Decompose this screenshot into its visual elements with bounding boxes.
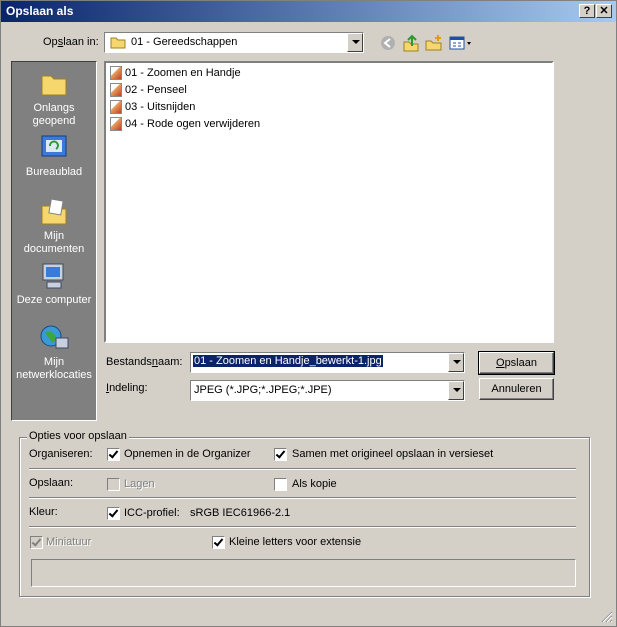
close-button[interactable]: ✕	[596, 4, 612, 18]
chevron-down-icon[interactable]	[448, 353, 464, 372]
place-computer[interactable]: Deze computer	[12, 260, 96, 307]
view-menu-icon[interactable]	[449, 34, 473, 52]
desktop-icon	[41, 135, 67, 157]
filename-label: Bestandsnaam:	[106, 356, 183, 368]
back-icon[interactable]	[379, 34, 397, 52]
list-item[interactable]: 01 - Zoomen en Handje	[110, 65, 241, 81]
filename-field[interactable]: 01 - Zoomen en Handje_bewerkt-1.jpg	[190, 352, 465, 373]
recent-folder-icon	[41, 75, 67, 96]
save-options-legend: Opties voor opslaan	[27, 430, 129, 442]
format-select[interactable]: JPEG (*.JPG;*.JPEG;*.JPE)	[190, 380, 465, 401]
chevron-down-icon[interactable]	[448, 381, 464, 400]
save-in-value: 01 - Gereedschappen	[131, 36, 238, 48]
as-copy-checkbox[interactable]	[274, 478, 287, 491]
color-label: Kleur:	[29, 506, 58, 518]
place-recent[interactable]: Onlangs geopend	[12, 68, 96, 128]
image-file-icon	[110, 100, 122, 115]
help-icon: ?	[583, 5, 591, 17]
network-globe-icon	[40, 325, 69, 349]
icc-profile-label: ICC-profiel:	[124, 507, 180, 519]
list-item[interactable]: 04 - Rode ogen verwijderen	[110, 116, 260, 132]
filename-value: 01 - Zoomen en Handje_bewerkt-1.jpg	[193, 355, 383, 367]
save-in-combo[interactable]: 01 - Gereedschappen	[104, 32, 364, 53]
chevron-down-icon[interactable]	[347, 33, 363, 52]
include-organizer-label: Opnemen in de Organizer	[124, 448, 251, 460]
status-message-box	[31, 559, 576, 587]
save-as-dialog: Opslaan als ? ✕ Opslaan in: 01 - Gereeds…	[0, 0, 617, 627]
version-set-checkbox[interactable]	[274, 448, 287, 461]
version-set-label: Samen met origineel opslaan in versieset	[292, 448, 494, 460]
image-file-icon	[110, 66, 122, 81]
divider	[29, 497, 576, 499]
save-label: Opslaan:	[29, 477, 74, 489]
resize-grip-icon[interactable]	[601, 611, 613, 623]
as-copy-label: Als kopie	[292, 478, 337, 490]
window-title: Opslaan als	[6, 4, 74, 18]
lowercase-extension-label: Kleine letters voor extensie	[229, 536, 362, 548]
format-value: JPEG (*.JPG;*.JPEG;*.JPE)	[194, 384, 332, 396]
lowercase-extension-checkbox[interactable]	[212, 536, 225, 549]
divider	[29, 468, 576, 470]
up-folder-icon[interactable]	[402, 34, 420, 52]
layers-label: Lagen	[124, 478, 155, 490]
thumbnail-checkbox[interactable]	[30, 536, 43, 549]
layers-checkbox[interactable]	[107, 478, 120, 491]
list-item[interactable]: 03 - Uitsnijden	[110, 99, 195, 115]
list-item[interactable]: 02 - Penseel	[110, 82, 187, 98]
organize-label: Organiseren:	[29, 448, 93, 460]
divider	[29, 526, 576, 528]
close-icon: ✕	[599, 5, 609, 17]
places-bar: Onlangs geopend Bureaublad Mijn documenten…	[11, 61, 97, 421]
format-label: Indeling:	[106, 382, 148, 394]
icc-profile-checkbox[interactable]	[107, 507, 120, 520]
image-file-icon	[110, 83, 122, 98]
cancel-button[interactable]: Annuleren	[479, 378, 554, 400]
documents-folder-icon	[41, 198, 67, 225]
place-documents[interactable]: Mijn documenten	[12, 196, 96, 256]
folder-icon	[110, 37, 126, 49]
save-in-label: Opslaan in:	[43, 36, 99, 48]
new-folder-icon[interactable]	[425, 34, 443, 52]
place-desktop[interactable]: Bureaublad	[12, 132, 96, 179]
computer-icon	[42, 263, 64, 289]
save-button[interactable]: Opslaan	[478, 351, 555, 375]
thumbnail-label: Miniatuur	[46, 536, 92, 548]
place-network[interactable]: Mijn netwerklocaties	[12, 322, 96, 382]
image-file-icon	[110, 117, 122, 132]
title-bar[interactable]: Opslaan als ? ✕	[1, 1, 616, 22]
help-button[interactable]: ?	[579, 4, 595, 18]
icc-profile-value: sRGB IEC61966-2.1	[190, 507, 291, 519]
include-organizer-checkbox[interactable]	[107, 448, 120, 461]
file-list[interactable]: 01 - Zoomen en Handje 02 - Penseel 03 - …	[104, 61, 554, 343]
